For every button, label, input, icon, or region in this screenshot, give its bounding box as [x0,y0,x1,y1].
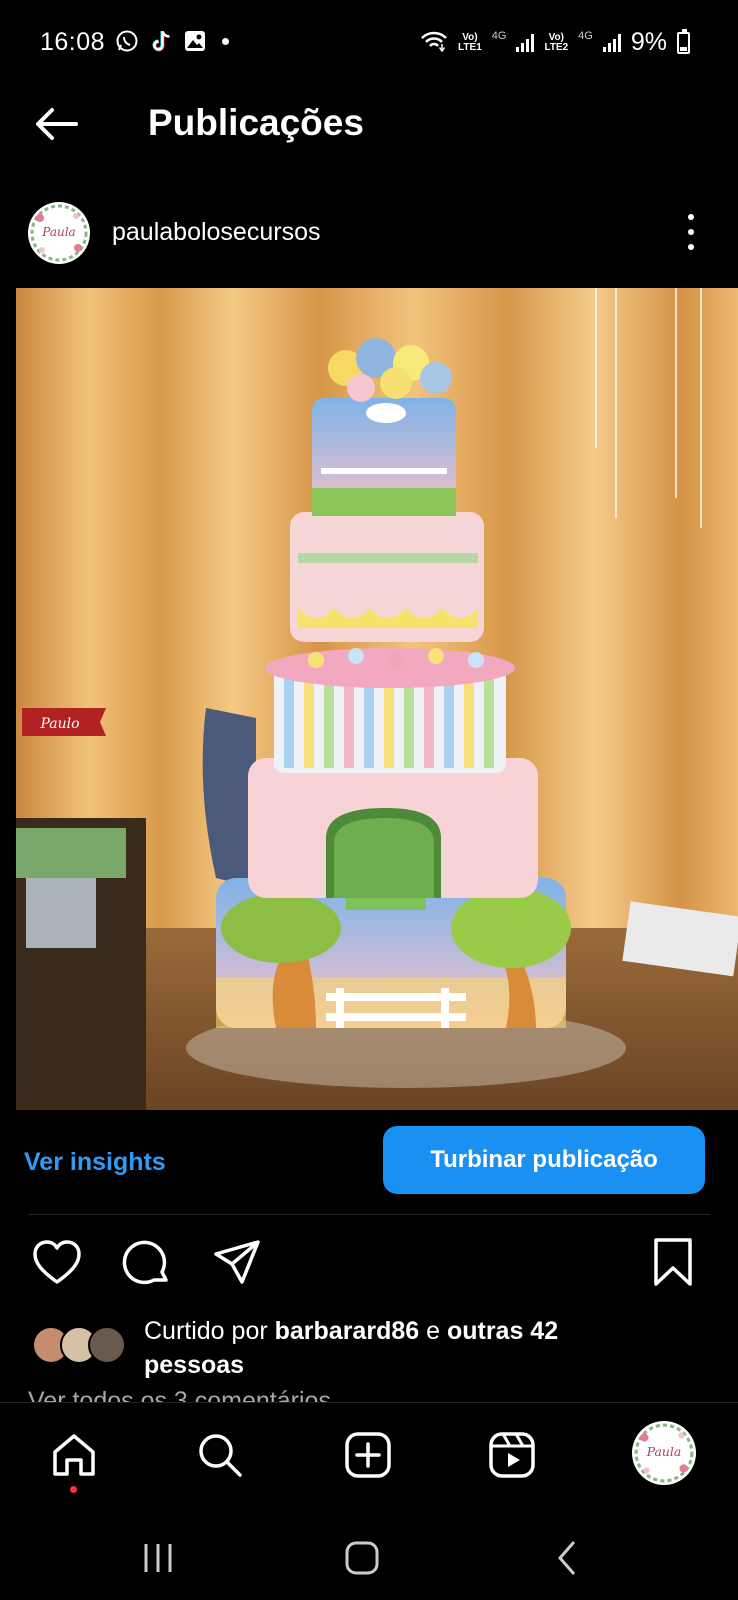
back-system-button[interactable] [548,1538,588,1578]
liker-avatars [32,1326,128,1366]
reels-icon [489,1432,535,1478]
nav-home[interactable] [46,1427,102,1483]
likes-text: Curtido por barbarard86 e outras 42 pesso… [144,1314,724,1382]
nav-reels[interactable] [484,1427,540,1483]
heart-icon [33,1240,81,1284]
cake-photo: Paulo [16,288,738,1110]
signal-icon [602,33,621,52]
comment-button[interactable] [120,1236,174,1290]
likes-suffix: pessoas [144,1351,245,1379]
sim1-lte-label: LTE1 [458,41,482,53]
sim1-network-type: 4G [491,30,507,42]
sim2-volte-label: Vo) [548,31,564,43]
status-system-icons: Vo) LTE1 4G Vo) LTE2 4G 9% [420,28,690,57]
page-title: Publicações [148,102,364,143]
likes-conjunction: e [419,1317,447,1345]
avatar-logo-text: Paula [41,225,75,239]
status-time: 16:08 [40,28,106,56]
profile-logo-text: Paula [646,1445,681,1459]
system-navigation [0,1522,738,1600]
home-icon [53,1434,95,1476]
post-username[interactable]: paulabolosecursos [112,218,320,247]
likes-summary[interactable]: Curtido por barbarard86 e outras 42 pesso… [0,1306,738,1386]
more-notifications-dot [222,37,229,45]
notification-dot [70,1486,77,1493]
recents-icon [144,1544,172,1572]
whatsapp-icon [114,28,140,54]
comment-icon [122,1240,168,1285]
save-button[interactable] [646,1236,700,1290]
share-button[interactable] [210,1236,264,1290]
nav-create[interactable] [340,1427,396,1483]
avatar[interactable]: Paula [28,202,90,264]
sim2-lte-label: LTE2 [544,41,569,53]
sim2-volte: Vo) LTE2 [544,31,569,53]
view-insights-link[interactable]: Ver insights [24,1148,166,1177]
status-notification-icons [114,28,229,54]
boost-post-button[interactable]: Turbinar publicação [383,1126,705,1194]
view-all-comments-link[interactable]: Ver todos os 3 comentários [28,1384,331,1402]
signal-icon [516,33,535,52]
status-bar: 16:08 Vo) LTE1 4G Vo) LTE2 4G 9% [0,0,738,86]
sim2-network-type: 4G [578,30,593,42]
home-system-button[interactable] [342,1538,382,1578]
chevron-left-icon [558,1541,576,1575]
post-cta-row: Ver insights Turbinar publicação [0,1126,738,1196]
nav-profile[interactable]: Paula [632,1421,696,1485]
wifi-icon [420,30,448,55]
svg-text:Paulo: Paulo [39,716,79,732]
liker-username[interactable]: barbarard86 [275,1317,420,1345]
recent-apps-button[interactable] [138,1538,178,1578]
avatar [88,1326,126,1364]
tiktok-icon [148,28,174,54]
divider [28,1214,710,1215]
post-header: Paula paulabolosecursos [0,200,738,272]
bookmark-icon [654,1238,692,1286]
home-square-icon [345,1541,379,1575]
sim1-volte: Vo) LTE1 [458,31,482,53]
likes-others-count[interactable]: outras 42 [447,1317,558,1345]
likes-prefix: Curtido por [144,1317,275,1345]
sim1-volte-label: Vo) [462,31,478,43]
bottom-navigation: Paula [0,1402,738,1522]
top-app-bar: Publicações [0,90,738,160]
post-image[interactable]: Paulo [16,288,738,1110]
search-icon [199,1434,242,1477]
gallery-icon [182,28,208,54]
arrow-left-icon [36,108,78,140]
battery-icon [677,28,690,54]
send-icon [214,1240,260,1284]
like-button[interactable] [30,1236,84,1290]
back-button[interactable] [32,104,80,144]
nav-search[interactable] [192,1427,248,1483]
add-post-icon [345,1432,391,1478]
more-options-button[interactable] [684,214,698,250]
more-vertical-icon [688,214,694,220]
post-actions [0,1236,738,1296]
battery-percent: 9% [630,28,667,56]
avatar: Paula [633,1422,695,1484]
